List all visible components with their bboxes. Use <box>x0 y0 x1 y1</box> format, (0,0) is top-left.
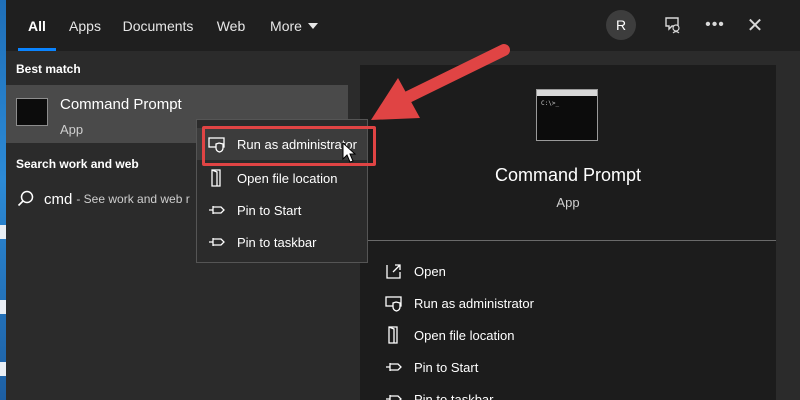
divider <box>360 240 776 241</box>
open-icon <box>386 264 401 279</box>
pin-icon <box>209 206 225 214</box>
details-run-as-admin-label: Run as administrator <box>414 295 534 311</box>
context-pin-to-taskbar[interactable]: Pin to taskbar <box>197 226 367 258</box>
search-web-heading: Search work and web <box>16 157 139 171</box>
details-pin-to-taskbar-button[interactable]: Pin to taskbar <box>384 387 494 400</box>
best-match-heading: Best match <box>16 62 81 76</box>
tab-apps[interactable]: Apps <box>64 0 106 51</box>
pin-icon <box>386 363 402 371</box>
details-open-file-location-button[interactable]: Open file location <box>384 323 514 347</box>
context-open-file-location[interactable]: Open file location <box>197 162 367 194</box>
details-run-as-admin-button[interactable]: Run as administrator <box>384 291 534 315</box>
pin-icon <box>386 395 402 400</box>
details-subtitle: App <box>556 195 580 210</box>
command-prompt-icon <box>16 98 48 126</box>
shield-icon <box>385 296 402 312</box>
folder-icon <box>211 169 221 187</box>
search-icon <box>17 190 34 207</box>
tab-more[interactable]: More <box>264 0 324 51</box>
mouse-cursor-icon <box>342 142 357 163</box>
pin-icon <box>209 238 225 246</box>
tab-all[interactable]: All <box>18 0 56 51</box>
annotation-arrow-icon <box>371 44 510 120</box>
context-open-file-location-label: Open file location <box>237 170 338 186</box>
chevron-down-icon <box>307 22 318 29</box>
web-search-hint: - See work and web r <box>76 192 190 206</box>
more-options-icon[interactable]: ••• <box>700 10 730 40</box>
tab-documents[interactable]: Documents <box>118 0 198 51</box>
context-pin-to-start-label: Pin to Start <box>237 202 302 218</box>
details-pin-to-taskbar-label: Pin to taskbar <box>414 391 494 400</box>
details-pin-to-start-button[interactable]: Pin to Start <box>384 355 478 379</box>
tab-more-label: More <box>270 17 302 34</box>
feedback-icon[interactable] <box>658 10 688 40</box>
context-pin-to-start[interactable]: Pin to Start <box>197 194 367 226</box>
best-match-title: Command Prompt <box>60 96 182 113</box>
details-pin-to-start-label: Pin to Start <box>414 359 479 375</box>
folder-icon <box>388 326 398 344</box>
context-pin-to-taskbar-label: Pin to taskbar <box>237 234 317 250</box>
details-title: Command Prompt <box>494 165 642 185</box>
tab-web[interactable]: Web <box>211 0 251 51</box>
web-search-query: cmd <box>44 190 73 208</box>
avatar[interactable]: R <box>606 10 636 40</box>
command-prompt-icon: C:\>_ <box>536 89 598 141</box>
close-icon[interactable]: ✕ <box>740 10 770 40</box>
details-open-label: Open <box>414 263 446 279</box>
details-open-file-location-label: Open file location <box>414 327 515 343</box>
details-open-button[interactable]: Open <box>384 259 446 283</box>
best-match-subtitle: App <box>60 122 84 137</box>
search-panel: All Apps Documents Web More R ••• ✕ Best… <box>6 0 800 400</box>
